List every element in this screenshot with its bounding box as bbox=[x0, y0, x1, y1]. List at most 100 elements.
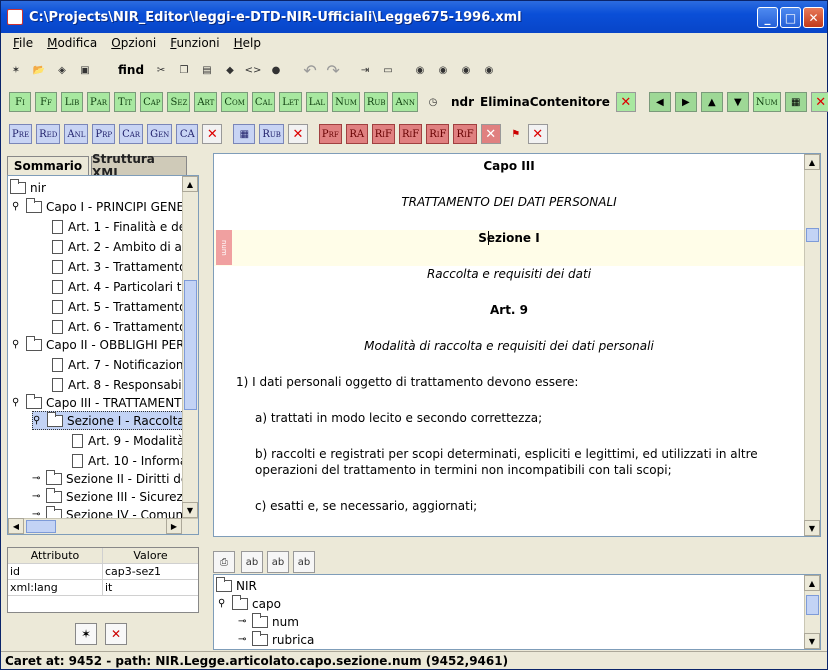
lightbulb-icon[interactable]: ● bbox=[265, 59, 287, 81]
elimina-contenitore-button[interactable]: EliminaContenitore bbox=[480, 95, 610, 109]
globe-icon-4[interactable]: ◉ bbox=[478, 59, 500, 81]
scroll-thumb[interactable] bbox=[806, 595, 819, 615]
tree-node-selected[interactable]: ⚲ Sezione I - Raccolta bbox=[32, 411, 190, 430]
expand-toggle-icon[interactable]: ⚲ bbox=[33, 415, 43, 426]
articolo-rubrica[interactable]: Modalità di raccolta e requisiti dei dat… bbox=[214, 339, 804, 353]
tag-cal-button[interactable]: Cal bbox=[251, 92, 276, 112]
cut-icon[interactable]: ✂ bbox=[150, 59, 172, 81]
attribute-value[interactable]: it bbox=[103, 580, 198, 595]
tag-cap-button[interactable]: Cap bbox=[140, 92, 164, 112]
tree-node[interactable]: ⚲ Capo III - TRATTAMENT bbox=[12, 393, 182, 412]
delete-green-icon[interactable]: ✕ bbox=[810, 92, 828, 112]
tree-node[interactable]: ⊸ Sezione III - Sicurezz bbox=[32, 487, 189, 506]
expand-toggle-icon[interactable]: ⚲ bbox=[218, 598, 228, 609]
articolo-num[interactable]: Art. 9 bbox=[214, 303, 804, 317]
expand-toggle-icon[interactable]: ⚲ bbox=[12, 397, 22, 408]
tree-node[interactable]: Art. 10 - Informazi bbox=[72, 451, 197, 470]
tag-icon[interactable]: <> bbox=[242, 59, 264, 81]
tag-pre-button[interactable]: Pre bbox=[9, 124, 33, 144]
globe-icon-2[interactable]: ◉ bbox=[432, 59, 454, 81]
sezione-rubrica[interactable]: Raccolta e requisiti dei dati bbox=[214, 267, 804, 281]
horizontal-splitter[interactable] bbox=[213, 541, 823, 549]
ndr-button[interactable]: ndr bbox=[451, 95, 474, 109]
arrow-left-icon[interactable]: ◀ bbox=[648, 92, 671, 112]
export-icon[interactable]: ⇥ bbox=[354, 59, 376, 81]
sezione-num[interactable]: Sezione I bbox=[214, 231, 804, 245]
title-bar[interactable]: C:\Projects\NIR_Editor\leggi-e-DTD-NIR-U… bbox=[1, 1, 827, 33]
text-edit-icon-1[interactable]: ab bbox=[241, 551, 263, 573]
table-row[interactable]: xml:lang it bbox=[8, 580, 198, 596]
xml-tree-scrollbar[interactable]: ▲ ▼ bbox=[804, 575, 820, 649]
delete-pdf-icon[interactable]: ✕ bbox=[527, 124, 548, 144]
menu-funzioni[interactable]: Funzioni bbox=[170, 36, 219, 50]
save-icon[interactable]: ▣ bbox=[74, 59, 96, 81]
scroll-thumb[interactable] bbox=[26, 520, 56, 533]
capo-rubrica[interactable]: TRATTAMENTO DEI DATI PERSONALI bbox=[214, 195, 804, 209]
tab-sommario[interactable]: Sommario bbox=[7, 156, 89, 175]
scroll-up-icon[interactable]: ▲ bbox=[804, 154, 820, 170]
menu-modifica[interactable]: Modifica bbox=[47, 36, 97, 50]
collapsed-toggle-icon[interactable]: ⊸ bbox=[32, 491, 42, 502]
comma-text[interactable]: 1) I dati personali oggetto di trattamen… bbox=[236, 375, 820, 389]
tree-node[interactable]: nir bbox=[10, 178, 46, 197]
scroll-right-icon[interactable]: ▶ bbox=[166, 518, 182, 534]
menu-file[interactable]: File bbox=[13, 36, 33, 50]
tag-ann-button[interactable]: Ann bbox=[392, 92, 418, 112]
tree-node[interactable]: ⚲ capo bbox=[218, 594, 281, 613]
table-row[interactable]: id cap3-sez1 bbox=[8, 564, 198, 580]
menu-opzioni[interactable]: Opzioni bbox=[111, 36, 156, 50]
collapsed-toggle-icon[interactable]: ⊸ bbox=[238, 634, 248, 645]
select-block-icon[interactable]: ▦ bbox=[784, 92, 807, 112]
arrow-up-icon[interactable]: ▲ bbox=[700, 92, 723, 112]
tree-node[interactable]: NIR bbox=[216, 576, 257, 595]
tag-rub-blue-button[interactable]: Rub bbox=[259, 124, 284, 144]
scroll-left-icon[interactable]: ◀ bbox=[8, 518, 24, 534]
tree-node[interactable]: Art. 4 - Particolari tra bbox=[52, 277, 194, 296]
arrow-right-icon[interactable]: ▶ bbox=[674, 92, 697, 112]
paste-icon[interactable]: ▤ bbox=[196, 59, 218, 81]
delete-container-icon[interactable]: ✕ bbox=[615, 92, 636, 112]
eraser-icon[interactable]: ◈ bbox=[51, 59, 73, 81]
scroll-down-icon[interactable]: ▼ bbox=[804, 633, 820, 649]
tag-fi-button[interactable]: Fi bbox=[9, 92, 31, 112]
scroll-up-icon[interactable]: ▲ bbox=[804, 575, 820, 591]
scroll-up-icon[interactable]: ▲ bbox=[182, 176, 198, 192]
tab-struttura-xml[interactable]: Struttura XML bbox=[91, 152, 187, 180]
delete-attribute-icon[interactable]: ✕ bbox=[105, 623, 127, 645]
tree-node[interactable]: Art. 8 - Responsabil bbox=[52, 375, 185, 394]
tree-node[interactable]: ⊸ num bbox=[238, 612, 299, 631]
tag-car-button[interactable]: Car bbox=[119, 124, 144, 144]
tree-vertical-scrollbar[interactable]: ▲ ▼ bbox=[182, 176, 198, 518]
new-file-icon[interactable]: ✶ bbox=[5, 59, 27, 81]
text-edit-icon-2[interactable]: ab bbox=[267, 551, 289, 573]
tree-node[interactable]: ⊸ Sezione II - Diritti de bbox=[32, 469, 188, 488]
tag-red-button[interactable]: Red bbox=[36, 124, 61, 144]
tag-sez-button[interactable]: Sez bbox=[167, 92, 191, 112]
tag-rub-button[interactable]: Rub bbox=[363, 92, 389, 112]
lettera-c[interactable]: c) esatti e, se necessario, aggiornati; bbox=[255, 499, 820, 513]
window-icon[interactable]: ▭ bbox=[377, 59, 399, 81]
tag-com-button[interactable]: Com bbox=[221, 92, 248, 112]
text-edit-icon-3[interactable]: ab bbox=[293, 551, 315, 573]
renumber-button[interactable]: Num bbox=[752, 92, 781, 112]
collapsed-toggle-icon[interactable]: ⊸ bbox=[32, 473, 42, 484]
menu-help[interactable]: Help bbox=[234, 36, 261, 50]
tree-node[interactable]: Art. 9 - Modalità c bbox=[72, 431, 195, 450]
open-folder-icon[interactable]: 📂 bbox=[28, 59, 50, 81]
delete-red-icon[interactable]: ✕ bbox=[480, 124, 501, 144]
expand-toggle-icon[interactable]: ⚲ bbox=[12, 339, 22, 350]
tag-art-button[interactable]: Art bbox=[194, 92, 218, 112]
scroll-down-icon[interactable]: ▼ bbox=[804, 520, 820, 536]
find-button[interactable]: find bbox=[118, 63, 144, 77]
lettera-a[interactable]: a) trattati in modo lecito e secondo cor… bbox=[255, 411, 820, 425]
tag-rif1-button[interactable]: RiF bbox=[371, 124, 395, 144]
clock-icon[interactable]: ◷ bbox=[422, 91, 444, 113]
globe-icon-3[interactable]: ◉ bbox=[455, 59, 477, 81]
tag-tit-button[interactable]: Tit bbox=[114, 92, 137, 112]
undo-icon[interactable]: ↶ bbox=[299, 59, 321, 81]
tag-gen-button[interactable]: Gen bbox=[147, 124, 173, 144]
minimize-button[interactable]: _ bbox=[757, 7, 778, 28]
column-header-valore[interactable]: Valore bbox=[103, 548, 198, 563]
tag-let-button[interactable]: Let bbox=[279, 92, 302, 112]
tag-anl-button[interactable]: Anl bbox=[64, 124, 89, 144]
